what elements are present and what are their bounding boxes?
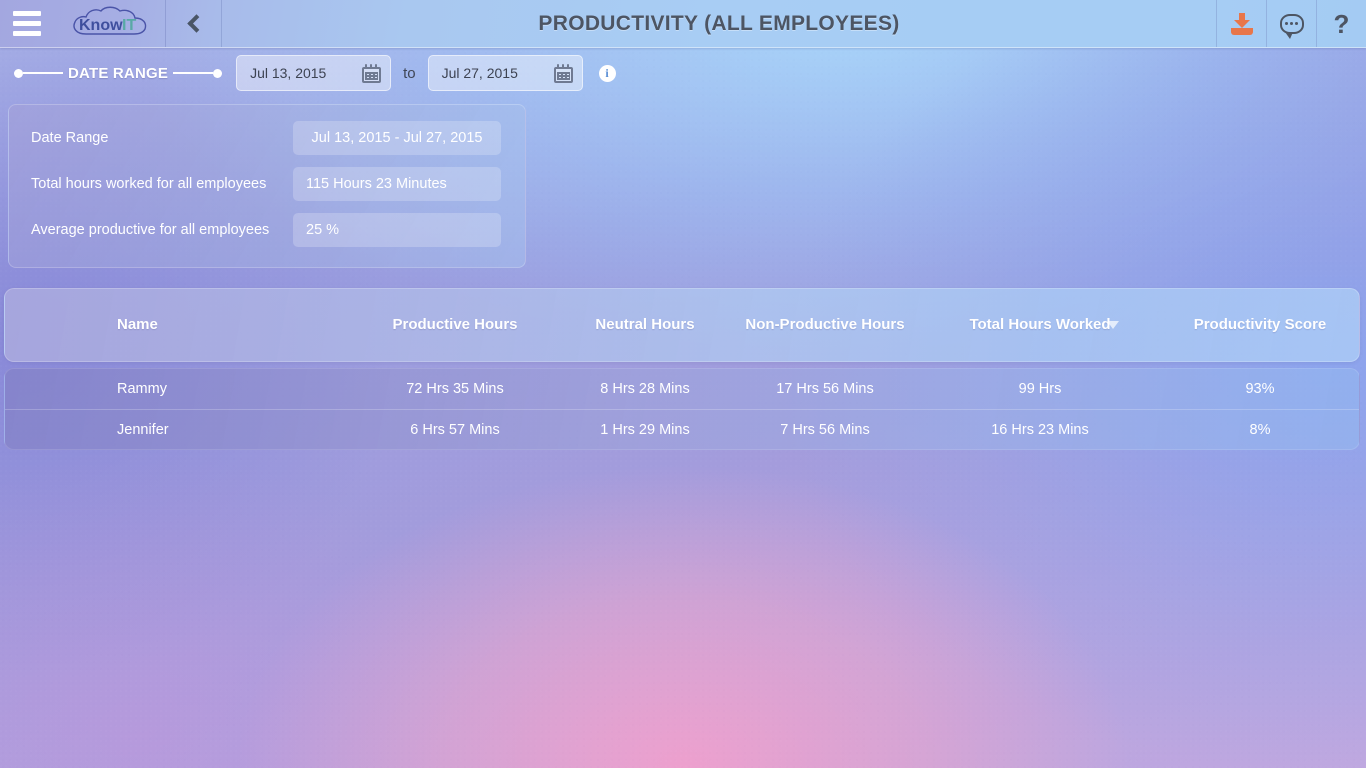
table-row[interactable]: Rammy 72 Hrs 35 Mins 8 Hrs 28 Mins 17 Hr… (5, 369, 1359, 409)
date-range-bar: DATE RANGE Jul 13, 2015 to Jul 27, 2015 … (0, 48, 1366, 98)
app-logo[interactable]: Know IT (54, 0, 166, 47)
summary-row: Average productive for all employees 25 … (9, 211, 525, 249)
table-row[interactable]: Jennifer 6 Hrs 57 Mins 1 Hrs 29 Mins 7 H… (5, 409, 1359, 449)
end-date-input[interactable]: Jul 27, 2015 (427, 55, 583, 91)
column-header-name[interactable]: Name (5, 316, 355, 333)
rule-left (23, 72, 63, 74)
help-button[interactable]: ? (1316, 0, 1366, 47)
hamburger-menu-button[interactable] (0, 0, 54, 47)
cell-productive-hours: 6 Hrs 57 Mins (410, 421, 500, 438)
cell-non-productive-hours: 7 Hrs 56 Mins (780, 421, 870, 438)
summary-label: Average productive for all employees (31, 222, 270, 238)
calendar-icon (362, 63, 382, 83)
cell-productive-hours: 72 Hrs 35 Mins (406, 381, 504, 397)
info-icon[interactable]: i (598, 64, 616, 82)
chevron-left-icon (186, 14, 206, 33)
table-header-row: Name Productive Hours Neutral Hours Non-… (4, 288, 1360, 362)
end-date-value: Jul 27, 2015 (441, 65, 518, 81)
rule-right (173, 72, 214, 74)
cell-name: Rammy (117, 381, 167, 397)
summary-value: 25 % (293, 213, 501, 247)
productivity-table: Name Productive Hours Neutral Hours Non-… (4, 288, 1360, 450)
summary-value: Jul 13, 2015 - Jul 27, 2015 (293, 121, 501, 155)
download-icon (1230, 12, 1253, 35)
date-range-separator: to (403, 64, 416, 82)
column-header-total-hours-worked-label: Total Hours Worked (969, 316, 1111, 334)
svg-text:Know: Know (79, 17, 123, 34)
page-title: PRODUCTIVITY (ALL EMPLOYEES) (538, 11, 900, 35)
calendar-icon (553, 63, 573, 83)
column-header-neutral-hours[interactable]: Neutral Hours (555, 316, 735, 333)
table-body: Rammy 72 Hrs 35 Mins 8 Hrs 28 Mins 17 Hr… (4, 368, 1360, 450)
dot-marker-left (14, 68, 23, 78)
dot-marker-right (213, 68, 223, 78)
top-bar: Know IT PRODUCTIVITY (ALL EMPLOYEES) ? (0, 0, 1366, 48)
start-date-value: Jul 13, 2015 (250, 65, 327, 81)
cell-non-productive-hours: 17 Hrs 56 Mins (776, 381, 874, 397)
chat-button[interactable] (1266, 0, 1316, 47)
summary-panel: Date Range Jul 13, 2015 - Jul 27, 2015 T… (8, 104, 526, 268)
column-header-total-hours-worked[interactable]: Total Hours Worked (915, 316, 1165, 333)
chat-bubble-icon (1279, 13, 1304, 39)
summary-value: 115 Hours 23 Minutes (293, 167, 501, 201)
cell-productivity-score: 93% (1245, 381, 1275, 397)
cell-total-hours-worked: 16 Hrs 23 Mins (991, 421, 1089, 438)
summary-row: Total hours worked for all employees 115… (9, 165, 525, 203)
download-button[interactable] (1216, 0, 1266, 47)
app-root: Know IT PRODUCTIVITY (ALL EMPLOYEES) ? D… (0, 0, 1366, 768)
column-header-non-productive-hours[interactable]: Non-Productive Hours (735, 316, 915, 333)
back-button[interactable] (166, 0, 222, 47)
summary-label: Date Range (31, 130, 109, 146)
summary-label: Total hours worked for all employees (31, 176, 267, 192)
question-mark-icon: ? (1333, 8, 1350, 39)
cell-neutral-hours: 8 Hrs 28 Mins (600, 381, 690, 397)
cell-neutral-hours: 1 Hrs 29 Mins (600, 421, 690, 438)
cell-productivity-score: 8% (1249, 421, 1271, 438)
knowit-cloud-logo-icon: Know IT (72, 6, 146, 35)
column-header-productivity-score[interactable]: Productivity Score (1165, 316, 1355, 333)
hamburger-menu-icon (13, 11, 41, 36)
date-range-label-group: DATE RANGE (14, 64, 223, 82)
svg-text:IT: IT (122, 17, 136, 34)
sort-descending-arrow-icon[interactable] (1107, 321, 1119, 329)
summary-row: Date Range Jul 13, 2015 - Jul 27, 2015 (9, 119, 525, 157)
column-header-productive-hours[interactable]: Productive Hours (355, 316, 555, 333)
start-date-input[interactable]: Jul 13, 2015 (236, 55, 392, 91)
cell-name: Jennifer (117, 421, 169, 438)
cell-total-hours-worked: 99 Hrs (1018, 381, 1062, 397)
date-range-label: DATE RANGE (68, 64, 169, 82)
